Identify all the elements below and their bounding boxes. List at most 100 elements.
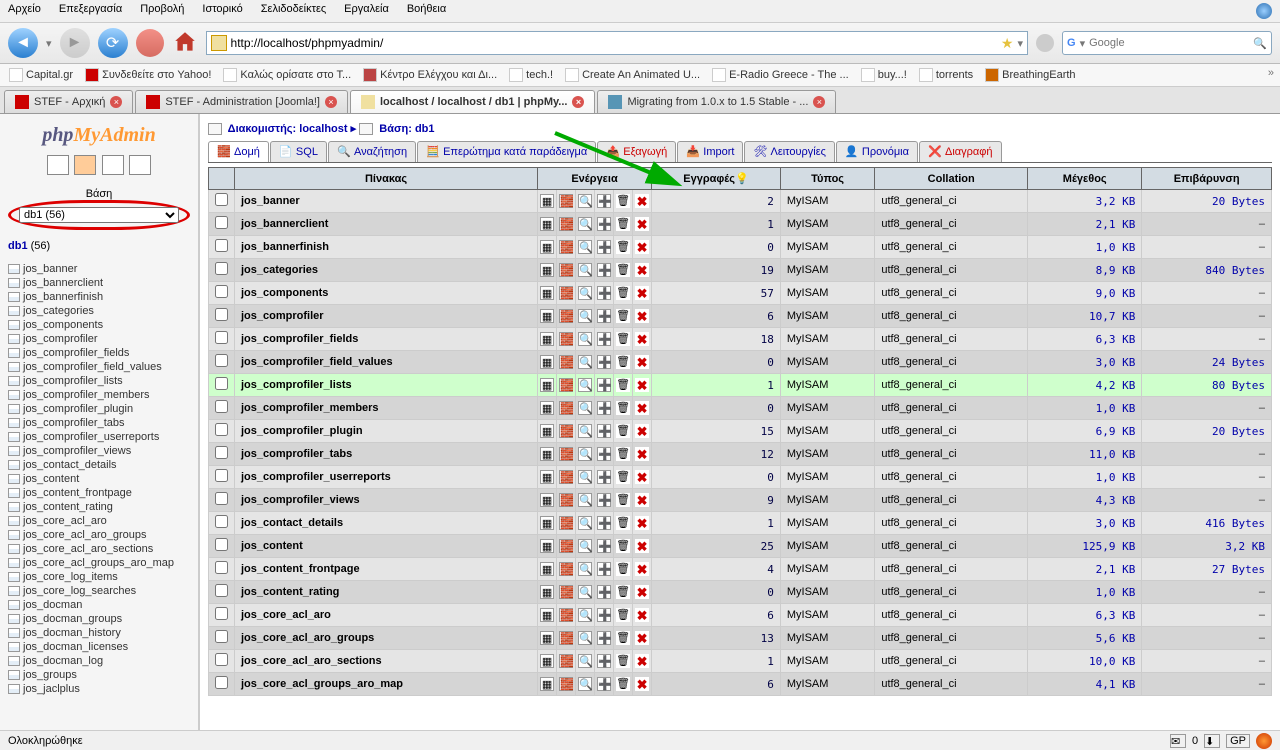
action-browse[interactable]: ▦: [538, 374, 557, 397]
cell-size[interactable]: 2,1 KB: [1028, 558, 1142, 581]
cell-tablename[interactable]: jos_bannerclient: [235, 213, 538, 236]
action-structure[interactable]: 🧱: [557, 213, 576, 236]
cell-tablename[interactable]: jos_core_acl_aro_sections: [235, 650, 538, 673]
action-empty[interactable]: 🗑: [614, 236, 633, 259]
action-browse[interactable]: ▦: [538, 328, 557, 351]
action-empty[interactable]: 🗑: [614, 351, 633, 374]
cell-tablename[interactable]: jos_comprofiler_views: [235, 489, 538, 512]
action-drop[interactable]: ✖: [633, 627, 652, 650]
cell-size[interactable]: 4,3 KB: [1028, 489, 1142, 512]
cell-overhead[interactable]: 24 Bytes: [1142, 351, 1272, 374]
browser-tab[interactable]: STEF - Administration [Joomla!]×: [135, 90, 348, 113]
action-drop[interactable]: ✖: [633, 213, 652, 236]
sidebar-table-item[interactable]: jos_comprofiler_field_values: [8, 360, 192, 374]
bookmark-item[interactable]: torrents: [916, 67, 976, 83]
cell-overhead[interactable]: 20 Bytes: [1142, 190, 1272, 213]
cell-tablename[interactable]: jos_banner: [235, 190, 538, 213]
action-browse[interactable]: ▦: [538, 397, 557, 420]
cell-tablename[interactable]: jos_comprofiler_fields: [235, 328, 538, 351]
action-drop[interactable]: ✖: [633, 282, 652, 305]
sidebar-table-item[interactable]: jos_core_acl_groups_aro_map: [8, 556, 192, 570]
cell-size[interactable]: 6,9 KB: [1028, 420, 1142, 443]
url-dropdown-icon[interactable]: ▾: [1017, 37, 1023, 50]
action-search[interactable]: 🔍: [576, 259, 595, 282]
action-drop[interactable]: ✖: [633, 535, 652, 558]
db-link[interactable]: db1: [8, 240, 28, 252]
cell-tablename[interactable]: jos_comprofiler_field_values: [235, 351, 538, 374]
action-structure[interactable]: 🧱: [557, 351, 576, 374]
cell-tablename[interactable]: jos_comprofiler_members: [235, 397, 538, 420]
home-button[interactable]: [172, 29, 198, 58]
tab-import[interactable]: 📥Import: [677, 141, 743, 162]
stop-button[interactable]: [136, 29, 164, 57]
row-checkbox[interactable]: [215, 423, 228, 436]
tab-close-icon[interactable]: ×: [110, 96, 122, 108]
sidebar-table-item[interactable]: jos_bannerfinish: [8, 290, 192, 304]
action-insert[interactable]: ➕: [595, 443, 614, 466]
cell-tablename[interactable]: jos_comprofiler: [235, 305, 538, 328]
sidebar-table-item[interactable]: jos_comprofiler_fields: [8, 346, 192, 360]
action-structure[interactable]: 🧱: [557, 535, 576, 558]
action-empty[interactable]: 🗑: [614, 443, 633, 466]
action-browse[interactable]: ▦: [538, 443, 557, 466]
action-browse[interactable]: ▦: [538, 420, 557, 443]
back-button[interactable]: ◄: [8, 28, 38, 58]
bookmark-item[interactable]: tech.!: [506, 67, 556, 83]
row-checkbox[interactable]: [215, 469, 228, 482]
action-structure[interactable]: 🧱: [557, 328, 576, 351]
row-checkbox[interactable]: [215, 377, 228, 390]
sidebar-table-item[interactable]: jos_comprofiler_tabs: [8, 416, 192, 430]
action-drop[interactable]: ✖: [633, 673, 652, 696]
action-browse[interactable]: ▦: [538, 236, 557, 259]
action-browse[interactable]: ▦: [538, 558, 557, 581]
action-insert[interactable]: ➕: [595, 259, 614, 282]
browser-tab[interactable]: localhost / localhost / db1 | phpMy...×: [350, 90, 595, 113]
row-checkbox[interactable]: [215, 354, 228, 367]
action-empty[interactable]: 🗑: [614, 466, 633, 489]
profile-icon[interactable]: [1036, 34, 1054, 52]
cell-size[interactable]: 1,0 KB: [1028, 236, 1142, 259]
action-empty[interactable]: 🗑: [614, 604, 633, 627]
row-checkbox[interactable]: [215, 262, 228, 275]
docs-icon[interactable]: [102, 155, 124, 175]
bookmark-item[interactable]: Capital.gr: [6, 67, 76, 83]
action-insert[interactable]: ➕: [595, 604, 614, 627]
cell-overhead[interactable]: 27 Bytes: [1142, 558, 1272, 581]
action-insert[interactable]: ➕: [595, 535, 614, 558]
row-checkbox[interactable]: [215, 285, 228, 298]
action-search[interactable]: 🔍: [576, 213, 595, 236]
cell-size[interactable]: 4,1 KB: [1028, 673, 1142, 696]
sidebar-table-item[interactable]: jos_comprofiler_lists: [8, 374, 192, 388]
sidebar-table-item[interactable]: jos_bannerclient: [8, 276, 192, 290]
action-structure[interactable]: 🧱: [557, 420, 576, 443]
action-drop[interactable]: ✖: [633, 581, 652, 604]
action-search[interactable]: 🔍: [576, 581, 595, 604]
action-insert[interactable]: ➕: [595, 466, 614, 489]
action-insert[interactable]: ➕: [595, 305, 614, 328]
cell-size[interactable]: 6,3 KB: [1028, 604, 1142, 627]
cell-size[interactable]: 8,9 KB: [1028, 259, 1142, 282]
action-search[interactable]: 🔍: [576, 466, 595, 489]
action-browse[interactable]: ▦: [538, 650, 557, 673]
home-icon[interactable]: [47, 155, 69, 175]
cell-overhead[interactable]: 20 Bytes: [1142, 420, 1272, 443]
action-search[interactable]: 🔍: [576, 443, 595, 466]
menu-history[interactable]: Ιστορικό: [202, 3, 242, 19]
action-empty[interactable]: 🗑: [614, 190, 633, 213]
action-search[interactable]: 🔍: [576, 512, 595, 535]
cell-overhead[interactable]: 3,2 KB: [1142, 535, 1272, 558]
cell-size[interactable]: 1,0 KB: [1028, 466, 1142, 489]
sidebar-table-item[interactable]: jos_content_rating: [8, 500, 192, 514]
sidebar-table-item[interactable]: jos_jaclplus: [8, 682, 192, 696]
action-empty[interactable]: 🗑: [614, 535, 633, 558]
action-structure[interactable]: 🧱: [557, 650, 576, 673]
cell-size[interactable]: 9,0 KB: [1028, 282, 1142, 305]
action-drop[interactable]: ✖: [633, 397, 652, 420]
action-structure[interactable]: 🧱: [557, 627, 576, 650]
menu-file[interactable]: Αρχείο: [8, 3, 41, 19]
action-browse[interactable]: ▦: [538, 282, 557, 305]
tab-close-icon[interactable]: ×: [813, 96, 825, 108]
action-structure[interactable]: 🧱: [557, 305, 576, 328]
action-empty[interactable]: 🗑: [614, 512, 633, 535]
menu-bookmarks[interactable]: Σελιδοδείκτες: [261, 3, 326, 19]
